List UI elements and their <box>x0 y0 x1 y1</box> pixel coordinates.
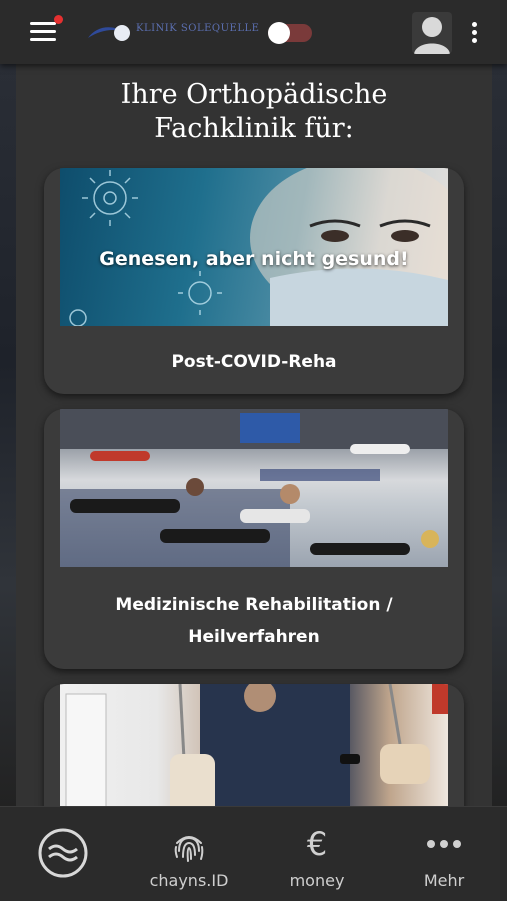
page-title: Ihre Orthopädische Fachklinik für: <box>16 78 492 146</box>
fingerprint-icon <box>174 836 204 862</box>
euro-icon: € <box>306 825 328 863</box>
kebab-menu-icon[interactable] <box>466 22 482 44</box>
hamburger-icon[interactable] <box>30 20 56 42</box>
nav-mehr[interactable]: Mehr <box>381 807 507 901</box>
notification-dot <box>54 15 63 24</box>
dark-mode-toggle[interactable] <box>268 22 312 44</box>
card-label-rehabilitation-line2: Heilverfahren <box>188 627 320 647</box>
logo-text: KLINIK SOLEQUELLE <box>136 23 260 34</box>
logo-swoosh-icon <box>88 25 130 41</box>
post-covid-image: Genesen, aber nicht gesund! <box>60 168 448 326</box>
nav-label-chayns-id: chayns.ID <box>149 871 229 890</box>
background-photo-right <box>491 64 507 808</box>
main-content: Ihre Orthopädische Fachklinik für: Genes… <box>16 64 492 806</box>
nav-chayns-id[interactable]: chayns.ID <box>126 807 252 901</box>
page-title-line1: Ihre Orthopädische <box>120 79 388 110</box>
toggle-knob <box>268 22 290 44</box>
background-photo-left <box>0 64 16 808</box>
therapy-image <box>60 684 448 806</box>
card-post-covid-reha[interactable]: Genesen, aber nicht gesund! Post-COVID-R… <box>44 168 464 394</box>
card-label-rehabilitation-line1: Medizinische Rehabilitation / <box>115 595 393 615</box>
user-avatar-icon[interactable] <box>412 12 452 54</box>
more-dots-icon <box>427 840 461 848</box>
app-header: KLINIK SOLEQUELLE <box>0 0 507 64</box>
nav-money[interactable]: € money <box>254 807 380 901</box>
page-title-line2: Fachklinik für: <box>154 113 354 144</box>
rehab-gym-image <box>60 409 448 567</box>
bottom-navigation: chayns.ID € money Mehr <box>0 806 507 901</box>
klinik-logo[interactable]: KLINIK SOLEQUELLE <box>86 20 266 46</box>
card-medizinische-rehabilitation[interactable]: Medizinische Rehabilitation / Heilverfah… <box>44 409 464 669</box>
nav-label-money: money <box>289 871 345 890</box>
post-covid-image-caption: Genesen, aber nicht gesund! <box>99 248 409 270</box>
card-therapy[interactable] <box>44 684 464 806</box>
card-label-post-covid: Post-COVID-Reha <box>171 352 337 372</box>
nav-label-mehr: Mehr <box>423 871 465 890</box>
nav-chayns[interactable] <box>0 807 126 901</box>
chayns-logo-icon <box>38 828 88 878</box>
